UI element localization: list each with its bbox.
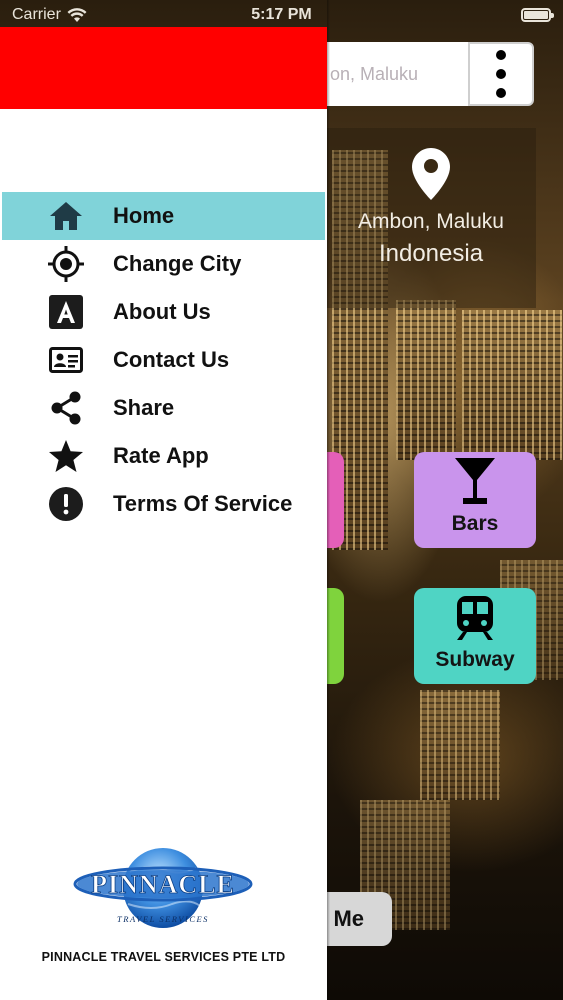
star-icon: [48, 438, 84, 474]
menu-item-share[interactable]: Share: [2, 384, 325, 432]
bars-label: Bars: [451, 512, 499, 535]
exclamation-circle-icon: [48, 486, 84, 522]
company-name: PINNACLE TRAVEL SERVICES PTE LTD: [41, 950, 286, 964]
train-icon: [457, 596, 493, 640]
bars-tile[interactable]: Bars: [414, 452, 536, 548]
status-time: 5:17 PM: [251, 6, 312, 23]
subway-tile[interactable]: Subway: [414, 588, 536, 684]
status-bar: Carrier 5:17 PM: [0, 0, 563, 30]
location-card: Ambon, Maluku Indonesia: [326, 128, 536, 308]
dot-icon: [496, 50, 506, 60]
status-left: Carrier: [12, 6, 87, 24]
menu-item-label: Share: [113, 395, 175, 420]
menu-item-change-city[interactable]: Change City: [2, 240, 325, 288]
menu-item-home[interactable]: Home: [2, 192, 325, 240]
dot-icon: [496, 69, 506, 79]
contact-card-icon: [48, 342, 84, 378]
menu-item-label: Contact Us: [113, 347, 230, 372]
me-label: Me: [333, 906, 364, 931]
search-text: on, Maluku: [330, 63, 419, 84]
menu-item-label: About Us: [113, 299, 211, 324]
pinnacle-logo: PINNACLE TRAVEL SERVICES: [72, 842, 254, 937]
menu-item-rate-app[interactable]: Rate App: [2, 432, 325, 480]
menu-item-contact-us[interactable]: Contact Us: [2, 336, 325, 384]
skyline-building: [462, 310, 562, 460]
dot-icon: [496, 88, 506, 98]
drawer-shadow: [327, 0, 330, 1000]
home-icon: [48, 198, 84, 234]
letter-a-icon: [48, 294, 84, 330]
menu-item-label: Terms Of Service: [113, 491, 293, 516]
menu-item-about-us[interactable]: About Us: [2, 288, 325, 336]
map-pin-icon: [412, 148, 450, 200]
cocktail-glass-icon: [455, 458, 495, 504]
skyline-building: [396, 300, 456, 460]
wifi-icon: [67, 7, 87, 22]
battery-icon: [521, 8, 554, 22]
menu-item-label: Rate App: [113, 443, 209, 468]
menu-item-terms-of-service[interactable]: Terms Of Service: [2, 480, 325, 528]
logo-subtext: TRAVEL SERVICES: [117, 914, 209, 924]
drawer-header: [0, 27, 327, 109]
drawer-menu: Home Change City About Us Contact Us Sha…: [0, 192, 327, 528]
subway-label: Subway: [435, 648, 515, 671]
location-country: Indonesia: [378, 240, 484, 267]
share-icon: [48, 390, 84, 426]
skyline-building: [420, 690, 500, 800]
menu-item-label: Home: [113, 203, 175, 228]
logo-text: PINNACLE: [91, 870, 235, 899]
more-options-button[interactable]: [468, 42, 534, 106]
menu-item-label: Change City: [113, 251, 242, 276]
location-city: Ambon, Maluku: [358, 210, 504, 233]
carrier-label: Carrier: [12, 6, 61, 23]
location-target-icon: [48, 246, 84, 282]
